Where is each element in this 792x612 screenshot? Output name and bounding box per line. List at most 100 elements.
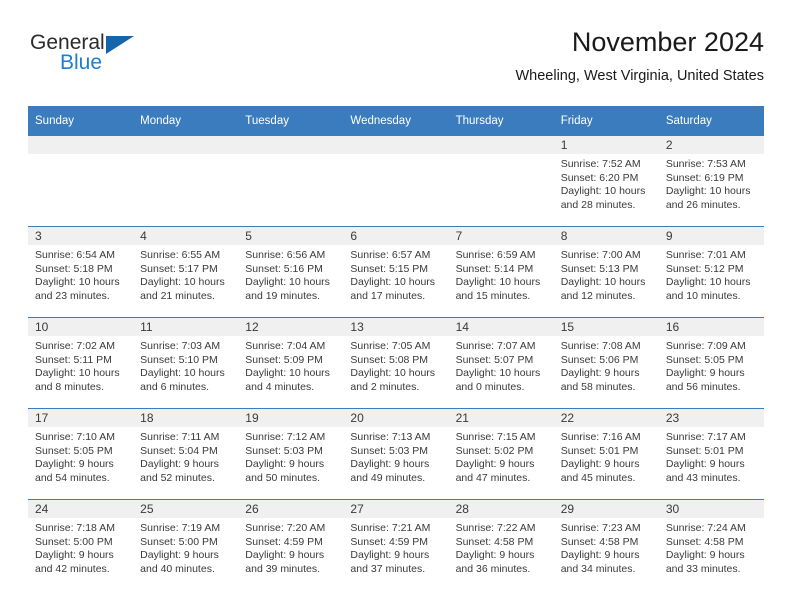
calendar-page: General Blue November 2024 Wheeling, Wes… — [0, 0, 792, 612]
calendar-day-cell[interactable]: 22 Sunrise: 7:16 AM Sunset: 5:01 PM Dayligh… — [553, 408, 659, 500]
day-cell-inner: 18 Sunrise: 7:11 AM Sunset: 5:04 PM Dayligh… — [133, 409, 239, 499]
day-number: 28 — [448, 500, 554, 518]
calendar-day-cell[interactable]: 13 Sunrise: 7:05 AM Sunset: 5:08 PM Dayligh… — [343, 317, 449, 409]
calendar-week-row: 10 Sunrise: 7:02 AM Sunset: 5:11 PM Dayligh… — [28, 317, 764, 409]
sunset-text: Sunset: 5:14 PM — [455, 262, 534, 275]
calendar-day-cell[interactable]: 4 Sunrise: 6:55 AM Sunset: 5:17 PM Daylight… — [133, 226, 239, 318]
calendar-week-row: 24 Sunrise: 7:18 AM Sunset: 5:00 PM Dayligh… — [28, 499, 764, 590]
calendar-day-cell[interactable]: 26 Sunrise: 7:20 AM Sunset: 4:59 PM Dayligh… — [238, 499, 344, 590]
sunset-text: Sunset: 5:01 PM — [560, 444, 639, 457]
calendar-day-cell[interactable]: 7 Sunrise: 6:59 AM Sunset: 5:14 PM Daylight… — [448, 226, 554, 318]
daylight-text-line2: and 26 minutes. — [665, 198, 741, 211]
daylight-text-line1: Daylight: 9 hours — [140, 458, 219, 471]
sunrise-text: Sunrise: 7:04 AM — [245, 340, 326, 352]
daylight-text-line1: Daylight: 9 hours — [455, 458, 535, 471]
calendar-day-cell[interactable]: 3 Sunrise: 6:54 AM Sunset: 5:18 PM Daylight… — [28, 226, 134, 318]
sunset-text: Sunset: 4:58 PM — [665, 535, 744, 548]
sunrise-text: Sunrise: 7:52 AM — [560, 158, 641, 170]
calendar-day-cell[interactable]: 28 Sunrise: 7:22 AM Sunset: 4:58 PM Dayligh… — [448, 499, 554, 590]
location-subtitle: Wheeling, West Virginia, United States — [515, 67, 764, 84]
day-number: 27 — [343, 500, 449, 518]
day-details: Sunrise: 7:20 AM Sunset: 4:59 PM Daylight:… — [238, 518, 343, 576]
sunset-text: Sunset: 6:19 PM — [665, 171, 744, 184]
calendar-day-cell[interactable]: 11 Sunrise: 7:03 AM Sunset: 5:10 PM Dayligh… — [133, 317, 239, 409]
sunrise-text: Sunrise: 7:08 AM — [560, 340, 641, 352]
day-number — [343, 136, 449, 154]
day-cell-inner: 28 Sunrise: 7:22 AM Sunset: 4:58 PM Dayligh… — [448, 500, 554, 590]
sunset-text: Sunset: 5:03 PM — [245, 444, 323, 457]
calendar-day-cell[interactable]: 25 Sunrise: 7:19 AM Sunset: 5:00 PM Dayligh… — [133, 499, 239, 590]
calendar-day-cell[interactable]: 17 Sunrise: 7:10 AM Sunset: 5:05 PM Dayligh… — [28, 408, 134, 500]
day-cell-inner: 1 Sunrise: 7:52 AM Sunset: 6:20 PM Daylight… — [553, 136, 659, 226]
day-cell-inner: 9 Sunrise: 7:01 AM Sunset: 5:12 PM Daylight… — [658, 227, 764, 317]
day-cell-inner: 19 Sunrise: 7:12 AM Sunset: 5:03 PM Dayligh… — [238, 409, 344, 499]
daylight-text-line2: and 23 minutes. — [35, 289, 110, 302]
calendar-day-cell[interactable]: 30 Sunrise: 7:24 AM Sunset: 4:58 PM Dayligh… — [658, 499, 764, 590]
day-cell-inner: 22 Sunrise: 7:16 AM Sunset: 5:01 PM Dayligh… — [553, 409, 659, 499]
day-number: 21 — [448, 409, 554, 427]
calendar-day-cell[interactable]: 2 Sunrise: 7:53 AM Sunset: 6:19 PM Daylight… — [658, 135, 764, 227]
calendar-day-cell[interactable]: 20 Sunrise: 7:13 AM Sunset: 5:03 PM Dayligh… — [343, 408, 449, 500]
calendar-day-cell[interactable]: 1 Sunrise: 7:52 AM Sunset: 6:20 PM Daylight… — [553, 135, 659, 227]
day-details: Sunrise: 7:17 AM Sunset: 5:01 PM Daylight:… — [659, 427, 764, 485]
day-cell-inner: 10 Sunrise: 7:02 AM Sunset: 5:11 PM Dayligh… — [28, 318, 134, 408]
daylight-text-line1: Daylight: 10 hours — [140, 276, 225, 289]
day-cell-inner — [28, 136, 134, 226]
sunset-text: Sunset: 5:12 PM — [665, 262, 744, 275]
sunset-text: Sunset: 4:58 PM — [560, 535, 639, 548]
sunset-text: Sunset: 5:01 PM — [665, 444, 744, 457]
calendar-day-cell[interactable]: 29 Sunrise: 7:23 AM Sunset: 4:58 PM Dayligh… — [553, 499, 659, 590]
day-number: 8 — [553, 227, 659, 245]
day-details: Sunrise: 7:18 AM Sunset: 5:00 PM Daylight:… — [28, 518, 133, 576]
sunset-text: Sunset: 5:15 PM — [350, 262, 429, 275]
weekday-header-monday: Monday — [133, 106, 239, 136]
sunset-text: Sunset: 6:20 PM — [560, 171, 639, 184]
calendar-day-cell[interactable]: 10 Sunrise: 7:02 AM Sunset: 5:11 PM Dayligh… — [28, 317, 134, 409]
calendar-day-cell[interactable]: 21 Sunrise: 7:15 AM Sunset: 5:02 PM Dayligh… — [448, 408, 554, 500]
calendar-day-cell[interactable]: 12 Sunrise: 7:04 AM Sunset: 5:09 PM Dayligh… — [238, 317, 344, 409]
daylight-text-line2: and 2 minutes. — [350, 380, 420, 393]
day-cell-inner: 14 Sunrise: 7:07 AM Sunset: 5:07 PM Dayligh… — [448, 318, 554, 408]
sunrise-text: Sunrise: 7:21 AM — [350, 522, 431, 534]
sunset-text: Sunset: 5:10 PM — [140, 353, 218, 366]
sunrise-text: Sunrise: 7:01 AM — [665, 249, 746, 261]
title-block: November 2024 Wheeling, West Virginia, U… — [515, 27, 764, 84]
calendar-week-row: 1 Sunrise: 7:52 AM Sunset: 6:20 PM Daylight… — [28, 135, 764, 227]
day-cell-inner: 4 Sunrise: 6:55 AM Sunset: 5:17 PM Daylight… — [133, 227, 239, 317]
logo-triangle-icon — [106, 36, 134, 54]
daylight-text-line2: and 21 minutes. — [140, 289, 215, 302]
day-number: 19 — [238, 409, 344, 427]
calendar-day-cell[interactable]: 8 Sunrise: 7:00 AM Sunset: 5:13 PM Daylight… — [553, 226, 659, 318]
daylight-text-line2: and 47 minutes. — [455, 471, 531, 484]
general-blue-logo[interactable]: General Blue — [28, 28, 148, 80]
day-number: 25 — [133, 500, 239, 518]
calendar-header-row: Sunday Monday Tuesday Wednesday Thursday… — [28, 106, 764, 136]
calendar-day-cell[interactable]: 24 Sunrise: 7:18 AM Sunset: 5:00 PM Dayligh… — [28, 499, 134, 590]
day-number: 5 — [238, 227, 344, 245]
sunset-text: Sunset: 4:59 PM — [350, 535, 429, 548]
day-cell-inner: 29 Sunrise: 7:23 AM Sunset: 4:58 PM Dayligh… — [553, 500, 659, 590]
daylight-text-line2: and 39 minutes. — [245, 562, 320, 575]
day-number: 12 — [238, 318, 344, 336]
day-details: Sunrise: 6:59 AM Sunset: 5:14 PM Daylight:… — [449, 245, 554, 303]
sunset-text: Sunset: 5:00 PM — [35, 535, 113, 548]
calendar-day-cell-empty — [448, 135, 554, 227]
weekday-header-row: Sunday Monday Tuesday Wednesday Thursday… — [28, 106, 764, 136]
sunrise-text: Sunrise: 7:05 AM — [350, 340, 431, 352]
day-number: 15 — [553, 318, 659, 336]
calendar-day-cell[interactable]: 18 Sunrise: 7:11 AM Sunset: 5:04 PM Dayligh… — [133, 408, 239, 500]
calendar-day-cell[interactable]: 5 Sunrise: 6:56 AM Sunset: 5:16 PM Daylight… — [238, 226, 344, 318]
calendar-day-cell-empty — [28, 135, 134, 227]
daylight-text-line2: and 34 minutes. — [560, 562, 636, 575]
day-cell-inner: 24 Sunrise: 7:18 AM Sunset: 5:00 PM Dayligh… — [28, 500, 134, 590]
day-cell-inner: 2 Sunrise: 7:53 AM Sunset: 6:19 PM Daylight… — [658, 136, 764, 226]
calendar-day-cell[interactable]: 9 Sunrise: 7:01 AM Sunset: 5:12 PM Daylight… — [658, 226, 764, 318]
calendar-day-cell[interactable]: 27 Sunrise: 7:21 AM Sunset: 4:59 PM Dayligh… — [343, 499, 449, 590]
calendar-day-cell[interactable]: 19 Sunrise: 7:12 AM Sunset: 5:03 PM Dayligh… — [238, 408, 344, 500]
calendar-day-cell[interactable]: 14 Sunrise: 7:07 AM Sunset: 5:07 PM Dayligh… — [448, 317, 554, 409]
calendar-day-cell[interactable]: 23 Sunrise: 7:17 AM Sunset: 5:01 PM Dayligh… — [658, 408, 764, 500]
calendar-day-cell[interactable]: 6 Sunrise: 6:57 AM Sunset: 5:15 PM Daylight… — [343, 226, 449, 318]
calendar-day-cell[interactable]: 15 Sunrise: 7:08 AM Sunset: 5:06 PM Dayligh… — [553, 317, 659, 409]
daylight-text-line2: and 52 minutes. — [140, 471, 215, 484]
calendar-day-cell[interactable]: 16 Sunrise: 7:09 AM Sunset: 5:05 PM Dayligh… — [658, 317, 764, 409]
